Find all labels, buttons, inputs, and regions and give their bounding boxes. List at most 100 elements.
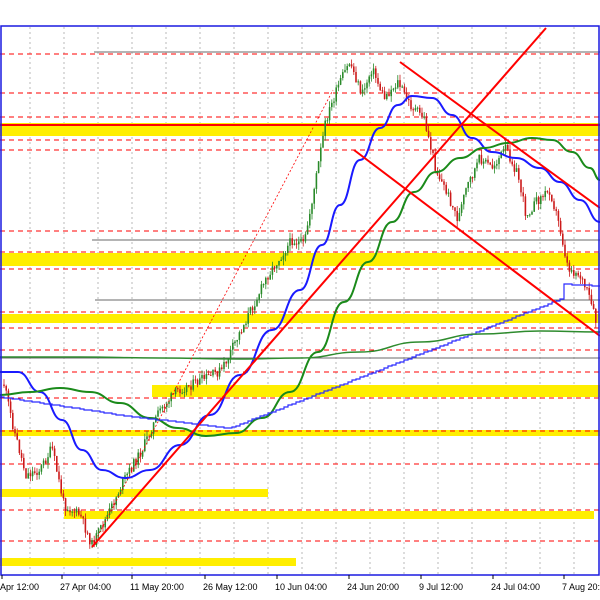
candle-body — [69, 510, 71, 513]
candle-body — [544, 191, 546, 198]
x-tick-label: Apr 12:00 — [0, 582, 39, 592]
candle-body — [348, 64, 351, 67]
candle-body — [588, 287, 590, 295]
candle-body — [383, 91, 386, 100]
candle-body — [18, 439, 21, 454]
candle-body — [49, 446, 51, 458]
candle-body — [595, 309, 597, 323]
candle-body — [586, 287, 588, 289]
candle-body — [581, 278, 584, 280]
candle-body — [31, 471, 34, 477]
candle-body — [524, 196, 527, 216]
candle-body — [465, 188, 467, 195]
candle-body — [254, 306, 256, 311]
candle-body — [298, 241, 300, 245]
candle-body — [174, 388, 177, 395]
candle-body — [474, 168, 476, 178]
candle-body — [421, 112, 423, 118]
candle-body — [548, 192, 551, 195]
candle-body — [229, 349, 232, 359]
candle-body — [511, 161, 513, 165]
candle-body — [245, 323, 247, 325]
candle-body — [410, 100, 412, 110]
candle-body — [9, 401, 12, 413]
candle-body — [518, 168, 520, 180]
candle-body — [212, 369, 214, 376]
candle-body — [144, 439, 146, 452]
candle-body — [562, 233, 564, 245]
candle-body — [225, 361, 227, 364]
candle-body — [399, 80, 401, 87]
candle-body — [216, 372, 219, 377]
candle-body — [579, 275, 582, 279]
candle-body — [12, 412, 14, 430]
candle-body — [201, 375, 203, 379]
candle-body — [372, 68, 375, 75]
candle-body — [445, 184, 447, 194]
candle-body — [265, 277, 267, 285]
candle-body — [273, 266, 276, 269]
candle-body — [320, 147, 322, 162]
candle-body — [289, 238, 291, 246]
candle-body — [73, 511, 76, 513]
candle-body — [269, 274, 271, 280]
candle-body — [438, 174, 441, 180]
candle-body — [566, 256, 568, 263]
candle-body — [207, 374, 210, 376]
candle-body — [485, 159, 487, 162]
candle-body — [287, 245, 289, 253]
candle-body — [64, 498, 67, 511]
candle-body — [353, 66, 355, 72]
candle-body — [238, 332, 241, 340]
candle-body — [199, 378, 201, 385]
candle-body — [401, 86, 403, 88]
candle-body — [361, 89, 364, 94]
candle-body — [350, 64, 353, 67]
candle-body — [496, 164, 498, 166]
candle-body — [181, 392, 183, 394]
candle-body — [203, 375, 205, 379]
candle-body — [449, 192, 452, 206]
candle-body — [115, 497, 117, 506]
candle-body — [480, 154, 483, 164]
candle-body — [408, 98, 410, 101]
candle-body — [221, 367, 223, 369]
candle-body — [346, 66, 348, 71]
candle-body — [537, 197, 540, 205]
candle-body — [243, 324, 245, 333]
candle-body — [40, 465, 43, 472]
candle-body — [324, 120, 326, 136]
yellow-zone — [152, 385, 600, 397]
candle-body — [161, 406, 164, 409]
candle-body — [267, 277, 269, 280]
candle-body — [214, 369, 216, 373]
candle-body — [335, 87, 337, 102]
candle-body — [157, 410, 159, 417]
candle-body — [14, 429, 16, 434]
candle-body — [3, 384, 5, 387]
candle-body — [89, 533, 91, 545]
candle-body — [364, 88, 366, 90]
candle-body — [86, 532, 89, 534]
candle-body — [25, 468, 27, 479]
candle-body — [78, 508, 80, 515]
candle-body — [179, 389, 181, 394]
candle-body — [51, 446, 54, 449]
candle-body — [564, 244, 566, 257]
candle-body — [366, 82, 368, 89]
candle-body — [568, 262, 571, 272]
candle-body — [551, 194, 553, 202]
candle-body — [507, 144, 509, 150]
candle-body — [276, 265, 278, 269]
candle-body — [344, 70, 346, 73]
x-tick-label: 27 Apr 04:00 — [60, 582, 111, 592]
candle-body — [423, 116, 425, 118]
candle-body — [559, 220, 562, 234]
candle-body — [262, 284, 265, 286]
candle-body — [47, 457, 49, 464]
candle-body — [71, 511, 73, 513]
candle-body — [196, 379, 199, 385]
candle-body — [278, 261, 280, 266]
candle-body — [38, 471, 40, 475]
candle-body — [311, 203, 313, 214]
